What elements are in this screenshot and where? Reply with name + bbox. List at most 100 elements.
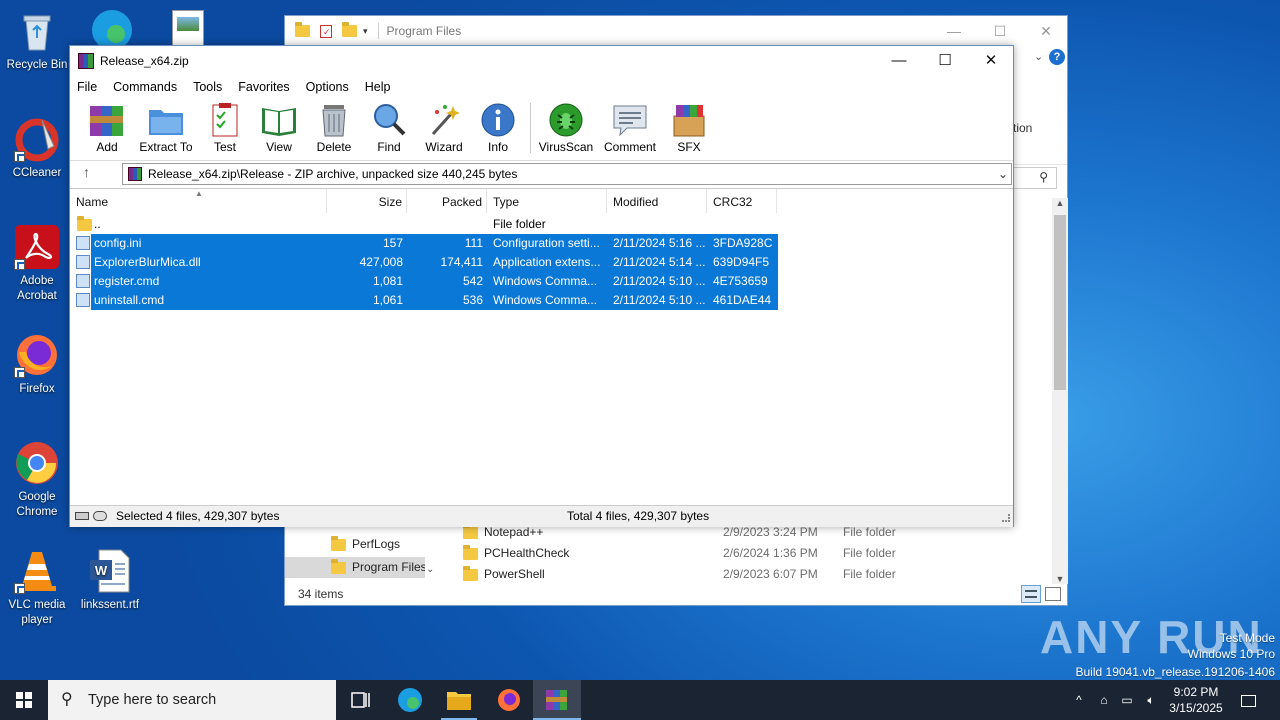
explorer-close-button[interactable]: ✕ [1023, 16, 1069, 46]
file-modified: 2/11/2024 5:14 ... [607, 253, 707, 272]
search-box[interactable]: ⚲ [1013, 167, 1057, 189]
new-folder-icon[interactable] [342, 22, 357, 37]
vertical-scrollbar[interactable]: ▲ ▼ [1052, 198, 1068, 584]
menu-favorites[interactable]: Favorites [238, 80, 289, 94]
file-name: PowerShell [484, 567, 545, 581]
desktop-icon-ccleaner[interactable]: CCleaner [1, 116, 73, 181]
column-header-crc32[interactable]: CRC32 [707, 189, 777, 213]
start-button[interactable] [0, 680, 48, 720]
archive-path-zip-icon [128, 167, 142, 181]
recycle-bin-icon [14, 8, 60, 54]
toolbar-label: View [266, 140, 292, 154]
desktop-icon-firefox[interactable]: Firefox [1, 332, 73, 397]
taskbar-edge[interactable] [386, 680, 434, 720]
menu-options[interactable]: Options [306, 80, 349, 94]
find-button[interactable]: Find [359, 99, 419, 154]
column-header-label: CRC32 [713, 195, 753, 209]
status-total: Total 4 files, 429,307 bytes [567, 509, 710, 523]
column-header-modified[interactable]: Modified [607, 189, 707, 213]
sfx-button[interactable]: SFX [659, 99, 719, 154]
menu-commands[interactable]: Commands [113, 80, 177, 94]
column-header-name[interactable]: Name ▲ [70, 189, 327, 213]
taskbar-search-box[interactable]: ⚲ Type here to search [48, 680, 336, 720]
file-crc: 461DAE44 [707, 291, 778, 310]
nav-item-program-files[interactable]: Program Files [285, 557, 425, 578]
file-list[interactable]: Name ▲ Size Packed Type Modified CRC32 ..… [70, 188, 1013, 502]
info-button[interactable]: Info [468, 99, 528, 154]
archive-path-field[interactable]: Release_x64.zip\Release - ZIP archive, u… [122, 163, 1012, 185]
path-dropdown-chevron-icon[interactable]: ⌄ [998, 164, 1008, 184]
scrollbar-thumb[interactable] [1054, 215, 1066, 390]
taskbar-file-explorer[interactable] [435, 680, 483, 720]
scroll-up-icon[interactable]: ▲ [1052, 198, 1068, 212]
menu-file[interactable]: File [77, 80, 97, 94]
winrar-close-button[interactable]: ✕ [968, 46, 1014, 76]
volume-icon[interactable]: 🔈︎ [1140, 680, 1162, 720]
column-header-size[interactable]: Size [327, 189, 407, 213]
desktop-icon-vlc[interactable]: VLC media player [1, 548, 73, 628]
column-header-label: Packed [441, 195, 482, 209]
wizard-button[interactable]: Wizard [414, 99, 474, 154]
test-button[interactable]: Test [195, 99, 255, 154]
resize-grip-icon[interactable] [1002, 514, 1010, 522]
taskbar-firefox[interactable] [485, 680, 533, 720]
large-icons-view-icon[interactable] [1045, 587, 1061, 601]
taskbar-winrar[interactable] [533, 680, 581, 720]
desktop-icon-google-chrome[interactable]: Google Chrome [1, 440, 73, 520]
notification-center-button[interactable] [1234, 680, 1262, 720]
column-header-packed[interactable]: Packed [407, 189, 487, 213]
firefox-icon [498, 689, 520, 711]
view-button[interactable]: View [249, 99, 309, 154]
comment-button[interactable]: Comment [600, 99, 660, 154]
details-view-icon[interactable] [1021, 585, 1041, 603]
menu-help[interactable]: Help [365, 80, 391, 94]
desktop-icon-adobe-acrobat[interactable]: Adobe Acrobat [1, 224, 73, 304]
extract-to-button[interactable]: Extract To [136, 99, 196, 154]
virusscan-button[interactable]: VirusScan [536, 99, 596, 154]
table-row[interactable]: config.ini 157 111 Configuration setti..… [70, 234, 778, 253]
properties-check-icon[interactable]: ✓ [320, 24, 332, 38]
table-row[interactable]: ExplorerBlurMica.dll 427,008 174,411 App… [70, 253, 778, 272]
toolbar-label: Extract To [139, 140, 193, 154]
folder-icon [331, 558, 346, 574]
desktop-icon-recycle-bin[interactable]: Recycle Bin [1, 8, 73, 73]
winrar-minimize-button[interactable]: — [876, 46, 922, 76]
file-name: ExplorerBlurMica.dll [91, 253, 327, 272]
file-row[interactable]: PCHealthCheck 2/6/2024 1:36 PM File fold… [463, 543, 923, 564]
table-row[interactable]: uninstall.cmd 1,061 536 Windows Comma...… [70, 291, 778, 310]
winrar-window[interactable]: Release_x64.zip — ☐ ✕ File Commands Tool… [69, 45, 1014, 527]
file-row[interactable]: PowerShell 2/9/2023 6:07 PM File folder [463, 564, 923, 585]
nav-scroll-down-icon[interactable]: ⌄ [426, 564, 434, 575]
desktop-icon-linkssent-rtf[interactable]: W linkssent.rtf [74, 548, 146, 613]
winrar-maximize-button[interactable]: ☐ [922, 46, 968, 76]
menu-tools[interactable]: Tools [193, 80, 222, 94]
image-file-desktop-icon-partial[interactable] [172, 10, 204, 46]
task-view-button[interactable] [336, 680, 384, 720]
show-hidden-icons-button[interactable]: ^ [1070, 680, 1088, 720]
dll-file-icon [76, 255, 90, 269]
scroll-down-icon[interactable]: ▼ [1052, 574, 1068, 584]
up-arrow-icon[interactable]: ↑ [83, 164, 90, 180]
edge-desktop-icon-partial[interactable] [88, 6, 136, 50]
folder-icon [331, 535, 346, 551]
help-icon[interactable]: ? [1049, 49, 1065, 65]
delete-button[interactable]: Delete [304, 99, 364, 154]
explorer-minimize-button[interactable]: — [931, 16, 977, 46]
toolbar-label: Comment [603, 140, 656, 154]
network-icon[interactable]: ⌂ [1094, 680, 1114, 720]
nav-item-perflogs[interactable]: PerfLogs [331, 534, 425, 555]
column-header-type[interactable]: Type [487, 189, 607, 213]
explorer-title: Program Files [386, 24, 462, 38]
virus-bug-icon [547, 102, 585, 138]
network-status-icon[interactable]: ▭ [1116, 680, 1138, 720]
winrar-titlebar[interactable]: Release_x64.zip — ☐ ✕ [70, 46, 1013, 76]
cmd-file-icon [76, 293, 90, 307]
parent-folder-row[interactable]: .. File folder [70, 215, 778, 234]
add-button[interactable]: Add [77, 99, 137, 154]
ribbon-partial-label[interactable]: tion [1013, 121, 1032, 135]
table-row[interactable]: register.cmd 1,081 542 Windows Comma... … [70, 272, 778, 291]
ribbon-expand-chevron-icon[interactable]: ⌄ [1034, 50, 1043, 63]
explorer-maximize-button[interactable]: ☐ [977, 16, 1023, 46]
clock[interactable]: 9:02 PM 3/15/2025 [1164, 680, 1228, 720]
quick-access-dropdown-icon[interactable]: ▾ [363, 26, 368, 37]
